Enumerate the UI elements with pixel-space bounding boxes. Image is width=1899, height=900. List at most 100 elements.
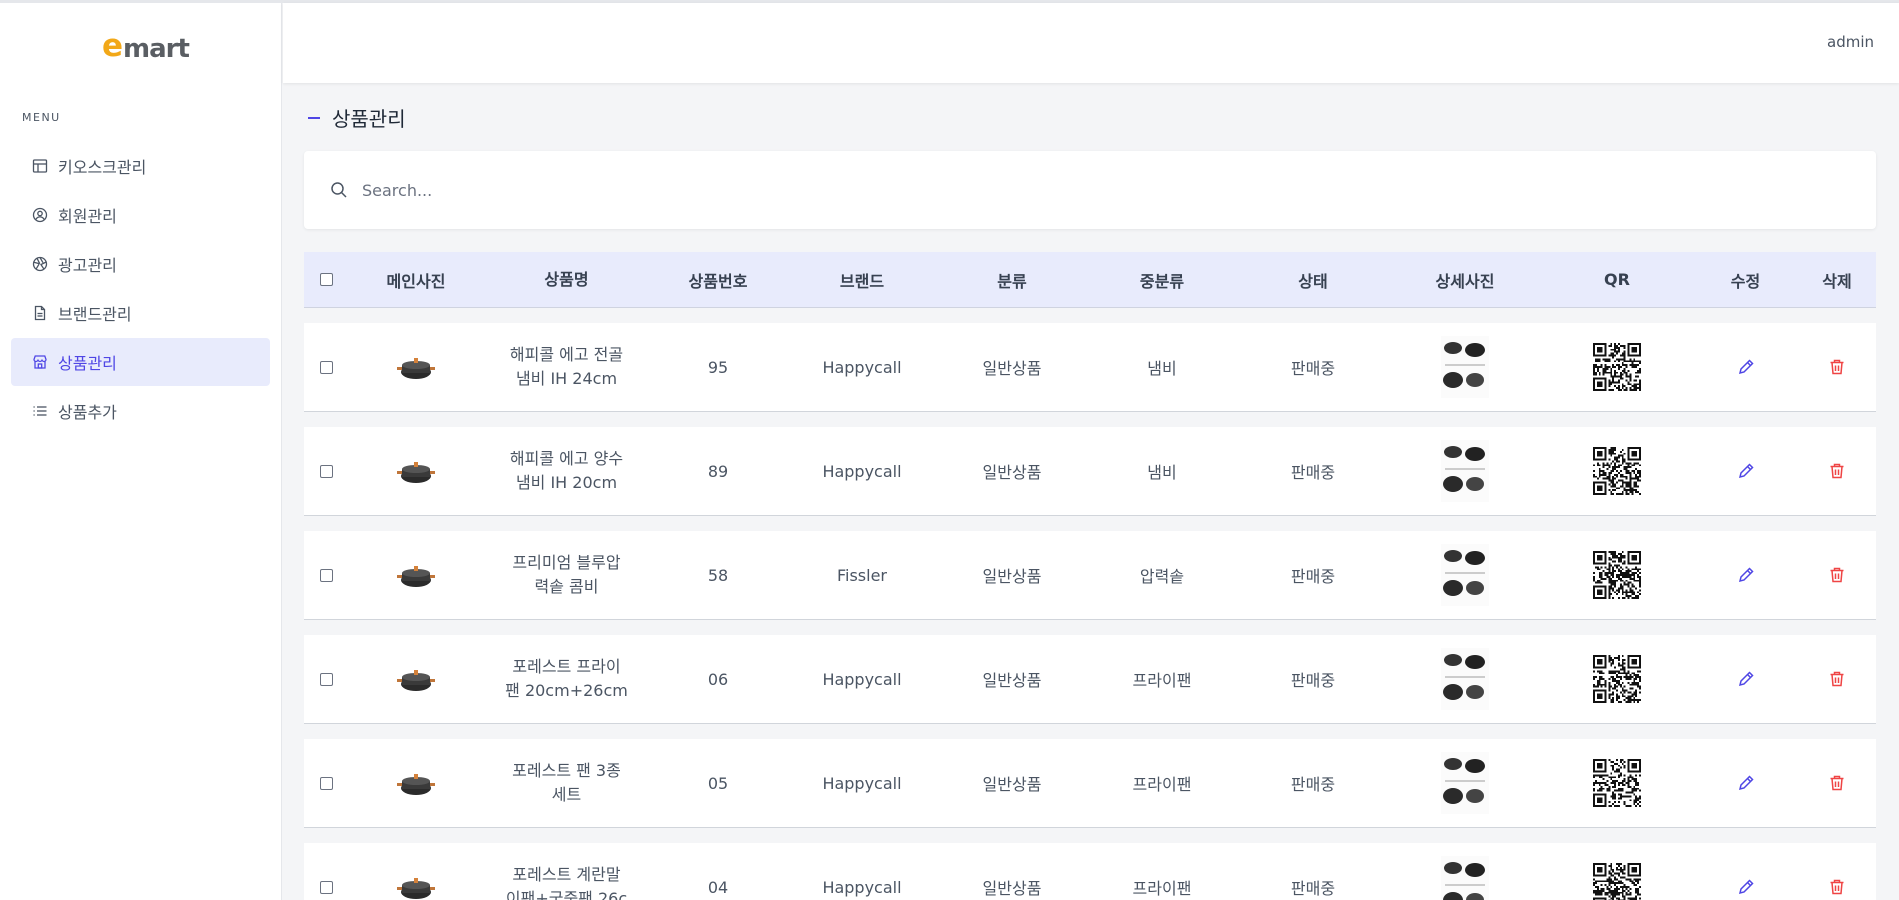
user-menu[interactable]: admin [1827, 33, 1874, 51]
qr-cell [1541, 551, 1693, 599]
edit-cell [1693, 670, 1798, 688]
product-name-line1: 포레스트 팬 3종 [512, 761, 621, 780]
trash-icon[interactable] [1828, 878, 1846, 896]
pencil-icon[interactable] [1737, 878, 1755, 896]
product-name-line1: 프리미엄 블루압 [512, 553, 621, 572]
main-photo-cell [348, 868, 484, 900]
product-name-cell: 포레스트 프라이 팬 20cm+26cm [484, 655, 649, 703]
detail-photo-thumbnail[interactable] [1441, 856, 1489, 900]
product-thumbnail[interactable] [394, 348, 438, 386]
row-select-cell [304, 672, 348, 686]
table-icon [32, 158, 48, 174]
row-checkbox[interactable] [319, 568, 333, 582]
product-no: 06 [707, 669, 729, 689]
product-name-cell: 프리미엄 블루압 력솥 콤비 [484, 551, 649, 599]
sidebar-item-brands[interactable]: 브랜드관리 [11, 289, 270, 337]
search-card [304, 151, 1876, 229]
delete-cell [1798, 774, 1876, 792]
detail-photo-thumbnail[interactable] [1441, 336, 1489, 398]
detail-photo-thumbnail[interactable] [1441, 752, 1489, 814]
trash-icon[interactable] [1828, 358, 1846, 376]
sidebar-item-ads[interactable]: 광고관리 [11, 240, 270, 288]
product-thumbnail[interactable] [394, 452, 438, 490]
sidebar-item-label: 상품추가 [58, 403, 117, 422]
product-thumbnail[interactable] [394, 764, 438, 802]
product-no: 05 [707, 773, 729, 793]
table-row: 포레스트 프라이 팬 20cm+26cm 06 Happycall 일반상품 프… [304, 635, 1876, 724]
trash-icon[interactable] [1828, 566, 1846, 584]
product-subcategory: 냄비 [1147, 359, 1177, 378]
top-header: admin [283, 3, 1899, 83]
product-name-cell: 해피콜 에고 양수 냄비 IH 20cm [484, 447, 649, 495]
qr-code[interactable] [1593, 447, 1641, 495]
sidebar-item-add-product[interactable]: 상품추가 [11, 387, 270, 435]
product-subcategory: 프라이팬 [1132, 671, 1192, 690]
product-category: 일반상품 [982, 775, 1042, 794]
trash-icon[interactable] [1828, 670, 1846, 688]
edit-cell [1693, 566, 1798, 584]
product-name-cell: 포레스트 팬 3종 세트 [484, 759, 649, 807]
row-checkbox[interactable] [319, 776, 333, 790]
detail-photo-thumbnail[interactable] [1441, 440, 1489, 502]
row-select-cell [304, 880, 348, 894]
row-checkbox[interactable] [319, 672, 333, 686]
table-row: 프리미엄 블루압 력솥 콤비 58 Fissler 일반상품 압력솥 판매중 [304, 531, 1876, 620]
pencil-icon[interactable] [1737, 566, 1755, 584]
qr-code[interactable] [1593, 551, 1641, 599]
sidebar-item-members[interactable]: 회원관리 [11, 191, 270, 239]
sidebar-item-products[interactable]: 상품관리 [11, 338, 270, 386]
product-thumbnail[interactable] [394, 556, 438, 594]
detail-photo-cell [1389, 544, 1541, 606]
product-name-line1: 해피콜 에고 전골 [509, 345, 624, 364]
row-checkbox[interactable] [319, 880, 333, 894]
header-status: 상태 [1298, 271, 1328, 291]
product-category: 일반상품 [982, 879, 1042, 898]
edit-cell [1693, 358, 1798, 376]
qr-code[interactable] [1593, 343, 1641, 391]
trash-icon[interactable] [1828, 462, 1846, 480]
row-select-cell [304, 360, 348, 374]
emart-logo[interactable]: e mart [102, 28, 190, 63]
delete-cell [1798, 358, 1876, 376]
row-checkbox[interactable] [319, 464, 333, 478]
detail-photo-cell [1389, 752, 1541, 814]
row-checkbox[interactable] [319, 360, 333, 374]
delete-cell [1798, 566, 1876, 584]
pencil-icon[interactable] [1737, 774, 1755, 792]
pencil-icon[interactable] [1737, 358, 1755, 376]
pencil-icon[interactable] [1737, 670, 1755, 688]
table-row: 해피콜 에고 전골 냄비 IH 24cm 95 Happycall 일반상품 냄… [304, 323, 1876, 412]
search-input[interactable] [362, 180, 1762, 200]
search-icon [331, 182, 347, 198]
delete-cell [1798, 670, 1876, 688]
product-category: 일반상품 [982, 671, 1042, 690]
sidebar-item-kiosk[interactable]: 키오스크관리 [11, 142, 270, 190]
page-title: 상품관리 [332, 107, 406, 131]
qr-code[interactable] [1593, 759, 1641, 807]
product-thumbnail[interactable] [394, 868, 438, 900]
header-product-no: 상품번호 [688, 271, 748, 291]
product-no: 89 [707, 461, 729, 481]
product-name-line1: 해피콜 에고 양수 [509, 449, 624, 468]
product-brand: Happycall [822, 669, 902, 689]
edit-cell [1693, 774, 1798, 792]
select-all-checkbox[interactable] [319, 273, 333, 286]
delete-cell [1798, 462, 1876, 480]
trash-icon[interactable] [1828, 774, 1846, 792]
qr-code[interactable] [1593, 863, 1641, 900]
pencil-icon[interactable] [1737, 462, 1755, 480]
qr-cell [1541, 655, 1693, 703]
qr-cell [1541, 447, 1693, 495]
product-category: 일반상품 [982, 567, 1042, 586]
product-status: 판매중 [1290, 671, 1336, 690]
detail-photo-thumbnail[interactable] [1441, 544, 1489, 606]
qr-code[interactable] [1593, 655, 1641, 703]
product-thumbnail[interactable] [394, 660, 438, 698]
header-detail-photo: 상세사진 [1435, 271, 1495, 291]
sidebar-item-label: 키오스크관리 [58, 158, 147, 177]
table-header: 메인사진 상품명 상품번호 브랜드 분류 중분류 상태 상세사진 QR 수정 삭… [304, 252, 1876, 308]
detail-photo-thumbnail[interactable] [1441, 648, 1489, 710]
sidebar-item-label: 광고관리 [58, 256, 117, 275]
product-brand: Happycall [822, 461, 902, 481]
main-photo-cell [348, 764, 484, 802]
